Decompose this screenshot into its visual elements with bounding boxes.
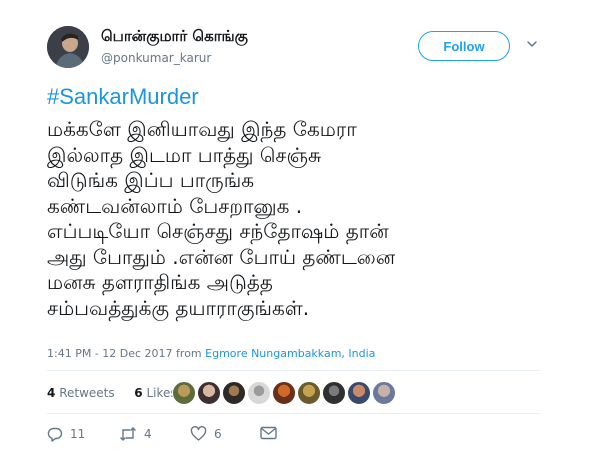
avatar-photo <box>47 26 89 68</box>
liker-avatar[interactable] <box>247 381 271 405</box>
tweet-line: மனசு தளராதிங்க அடுத்த <box>47 270 273 294</box>
tweet-line: கண்டவன்லாம் பேசறானுக . <box>47 193 303 218</box>
author-display-name[interactable]: பொன்குமார் கொங்கு <box>101 27 248 47</box>
tweet-line: மக்களே இனியாவது இந்த கேமரா <box>47 117 357 141</box>
liker-avatar[interactable] <box>372 381 396 405</box>
retweet-button[interactable]: 4 <box>119 426 152 442</box>
retweets-stat[interactable]: 4 Retweets <box>47 386 115 400</box>
message-button[interactable] <box>260 426 277 440</box>
tweet-line: சம்பவத்துக்கு தயாராகுங்கள். <box>47 295 310 320</box>
like-count: 6 <box>214 427 222 441</box>
liker-avatar[interactable] <box>197 381 221 405</box>
liker-avatar[interactable] <box>222 381 246 405</box>
follow-button[interactable]: Follow <box>418 31 510 61</box>
author-avatar[interactable] <box>47 26 89 68</box>
tweet-card: பொன்குமார் கொங்கு @ponkumar_karur Follow… <box>0 0 600 450</box>
divider <box>47 370 540 371</box>
chevron-down-icon[interactable] <box>526 38 538 50</box>
reply-button[interactable]: 11 <box>47 426 85 442</box>
tweet-meta: 1:41 PM - 12 Dec 2017 from Egmore Nungam… <box>47 347 375 360</box>
tweet-text: மக்களே இனியாவது இந்த கேமரா இல்லாத இடமா ப… <box>47 117 567 321</box>
likes-stat-count: 6 <box>134 386 143 400</box>
tweet-timestamp[interactable]: 1:41 PM - 12 Dec 2017 from <box>47 347 202 360</box>
tweet-location[interactable]: Egmore Nungambakkam, India <box>205 347 375 360</box>
tweet-line: அது போதும் .என்ன போய் தண்டனை <box>47 244 396 269</box>
hashtag-link[interactable]: #SankarMurder <box>47 84 199 110</box>
tweet-line: எப்படியோ செஞ்சது சந்தோஷம் தான் <box>47 219 389 243</box>
reply-count: 11 <box>70 427 86 441</box>
author-handle[interactable]: @ponkumar_karur <box>101 51 211 65</box>
liker-avatar[interactable] <box>347 381 371 405</box>
heart-icon <box>190 426 207 441</box>
retweet-icon <box>120 427 136 441</box>
like-button[interactable]: 6 <box>190 426 222 442</box>
envelope-icon <box>260 426 277 440</box>
tweet-line: இல்லாத இடமா பாத்து செஞ்சு <box>47 142 321 167</box>
tweet-line: விடுங்க இப்ப பாருங்க <box>47 168 255 192</box>
divider <box>47 413 540 414</box>
liker-avatar[interactable] <box>322 381 346 405</box>
retweets-stat-label: Retweets <box>59 386 115 400</box>
likes-stat[interactable]: 6 Likes <box>134 386 176 400</box>
retweets-stat-count: 4 <box>47 386 56 400</box>
liker-avatar[interactable] <box>172 381 196 405</box>
retweet-count: 4 <box>144 427 152 441</box>
liker-avatar[interactable] <box>272 381 296 405</box>
reply-icon <box>47 427 63 442</box>
engagement-stats: 4 Retweets 6 Likes <box>47 386 177 400</box>
liker-avatar[interactable] <box>297 381 321 405</box>
